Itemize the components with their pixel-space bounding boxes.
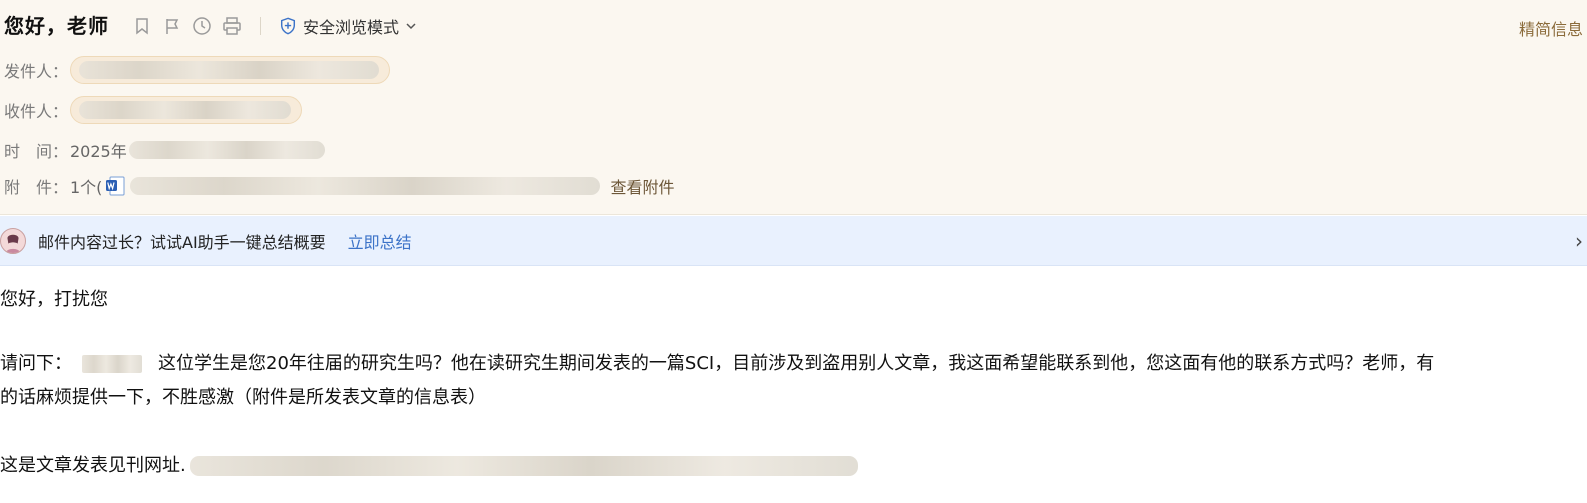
ai-summary-banner: 邮件内容过长？试试AI助手一键总结概要 立即总结 › [0, 216, 1587, 266]
redacted-text [128, 141, 325, 159]
summarize-now-link[interactable]: 立即总结 [348, 229, 412, 253]
attachment-count: 1个( [70, 178, 103, 197]
redacted-text [79, 101, 291, 119]
attachment-filename-redacted[interactable] [130, 177, 601, 195]
shield-icon [279, 17, 297, 35]
url-prefix-text: 这是文章发表见刊网址. [0, 455, 186, 476]
simple-info-link[interactable]: 精简信息 [1519, 16, 1583, 40]
recipient-label: 收件人： [4, 102, 69, 121]
body-paragraph-1-line-2: 的话麻烦提供一下，不胜感激（附件是所发表文章的信息表） [0, 387, 486, 408]
chevron-right-icon[interactable]: › [1575, 229, 1583, 253]
paragraph-text: 这位学生是您20年往届的研究生吗？他在读研究生期间发表的一篇SCI，目前涉及到盗… [158, 353, 1435, 374]
time-label: 时 间： [4, 142, 69, 161]
chevron-down-icon [405, 20, 417, 32]
redacted-text [79, 61, 379, 79]
clock-icon[interactable] [192, 16, 212, 36]
mail-toolbar: 安全浏览模式 [132, 14, 417, 38]
paragraph-prefix: 请问下： [0, 353, 72, 374]
ai-assistant-avatar [0, 227, 26, 254]
attachment-row: 附 件： 1个( 查看附件 [4, 174, 674, 198]
redacted-name [82, 355, 142, 373]
flag-icon[interactable] [162, 16, 182, 36]
mail-subject: 您好，老师 [4, 14, 109, 38]
view-attachment-link[interactable]: 查看附件 [610, 174, 674, 198]
sender-row: 发件人： [4, 56, 390, 84]
mail-header: 您好，老师 安全浏览模式 精简信息 发件人： 收件人： 时 间： 2025年 附… [0, 0, 1587, 215]
recipient-address[interactable] [70, 96, 302, 124]
sender-label: 发件人： [4, 62, 69, 81]
body-paragraph-2: 这是文章发表见刊网址. [0, 450, 858, 482]
word-file-icon [104, 175, 126, 197]
ai-banner-text: 邮件内容过长？试试AI助手一键总结概要 [38, 232, 326, 252]
print-icon[interactable] [222, 16, 242, 36]
recipient-row: 收件人： [4, 96, 302, 124]
redacted-url[interactable] [189, 456, 858, 476]
greeting-line: 您好，打扰您 [0, 289, 108, 310]
toolbar-divider [260, 17, 261, 35]
attachment-label: 附 件： [4, 178, 69, 197]
time-value: 2025年 [70, 142, 127, 161]
body-paragraph-1-line-1: 请问下： 这位学生是您20年往届的研究生吗？他在读研究生期间发表的一篇SCI，目前… [0, 348, 1434, 380]
safe-mode-label: 安全浏览模式 [303, 18, 400, 37]
sender-address[interactable] [70, 56, 390, 84]
time-row: 时 间： 2025年 [4, 138, 325, 162]
bookmark-icon[interactable] [132, 16, 152, 36]
safe-mode-toggle[interactable]: 安全浏览模式 [279, 14, 417, 38]
